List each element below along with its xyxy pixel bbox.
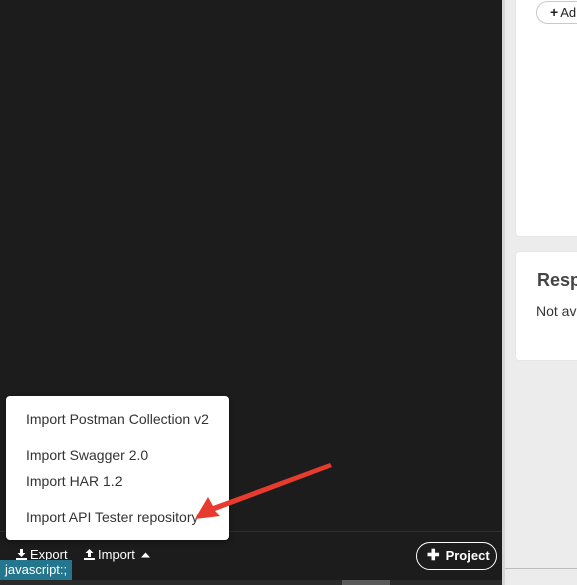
download-icon (16, 549, 27, 560)
add-button-label: Ad (560, 5, 577, 20)
response-text: Not av (536, 303, 577, 319)
response-title: Resp (537, 270, 577, 290)
add-button[interactable]: + Ad (536, 1, 577, 24)
import-label: Import (98, 547, 135, 562)
scrollbar-thumb[interactable] (342, 580, 390, 585)
import-button[interactable]: Import (84, 547, 153, 562)
plus-icon: ✚ (427, 547, 440, 564)
menu-item-import-postman[interactable]: Import Postman Collection v2 (26, 411, 209, 427)
request-card (516, 0, 577, 236)
menu-item-import-api-tester[interactable]: Import API Tester repository (26, 509, 198, 525)
upload-icon (84, 549, 95, 560)
plus-icon: + (550, 4, 559, 20)
right-panel-bottom-border (505, 568, 577, 569)
menu-item-import-har[interactable]: Import HAR 1.2 (26, 473, 122, 489)
add-project-button[interactable]: ✚ Project (416, 542, 497, 570)
project-label: Project (445, 548, 490, 563)
caret-up-icon (141, 552, 151, 558)
import-menu: Import Postman Collection v2 Import Swag… (6, 396, 229, 540)
menu-item-import-swagger[interactable]: Import Swagger 2.0 (26, 447, 148, 463)
status-bar-url: javascript:; (0, 560, 73, 580)
horizontal-scrollbar[interactable] (0, 580, 502, 585)
